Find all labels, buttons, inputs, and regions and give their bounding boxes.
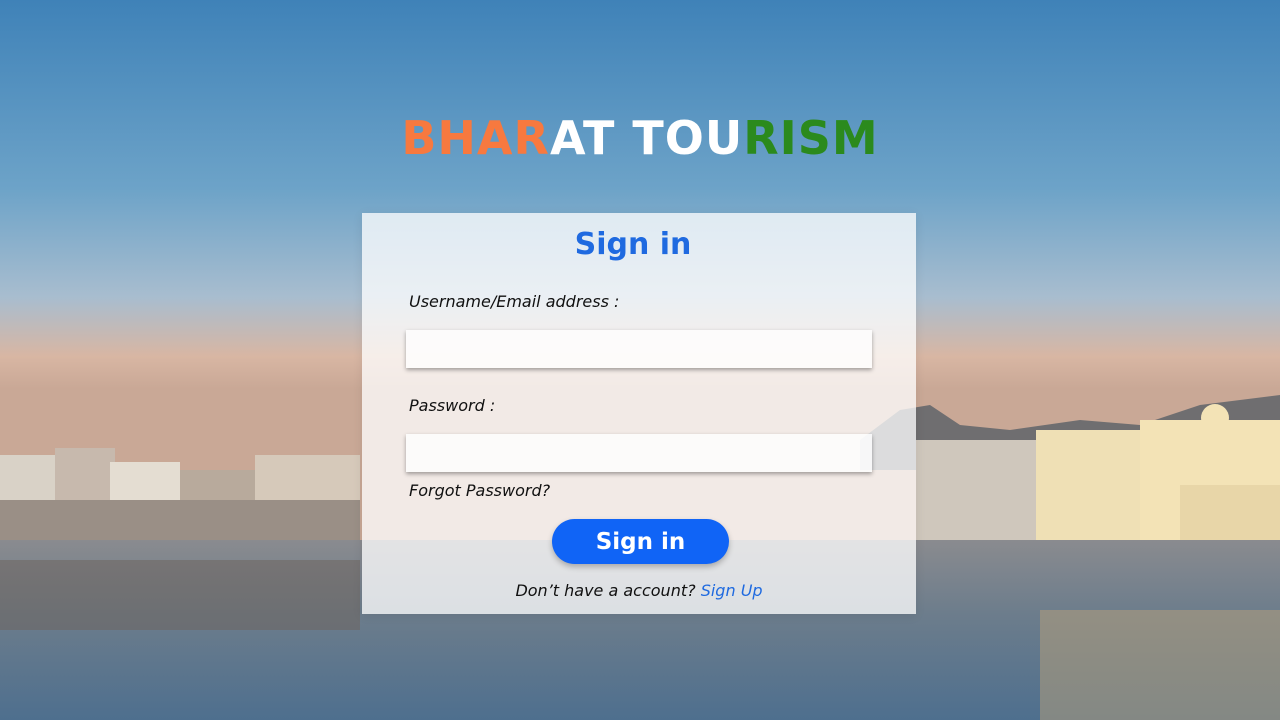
signup-prompt-text: Don’t have a account?: [515, 581, 696, 600]
sign-in-button[interactable]: Sign in: [552, 519, 729, 564]
password-field[interactable]: [406, 434, 872, 472]
username-email-field[interactable]: [406, 330, 872, 368]
forgot-password-link[interactable]: Forgot Password?: [409, 481, 550, 500]
brand-logo-title: BHARAT TOURISM: [0, 108, 1280, 168]
username-label: Username/Email address :: [409, 292, 620, 311]
sign-in-card: Sign in Username/Email address : Passwor…: [362, 213, 916, 614]
signup-prompt-line: Don’t have a account? Sign Up: [362, 581, 916, 600]
sign-up-link[interactable]: Sign Up: [701, 581, 763, 600]
sign-in-heading: Sign in: [574, 227, 692, 262]
password-label: Password :: [409, 396, 496, 415]
brand-part-saffron: BHAR: [401, 111, 550, 165]
brand-part-white: AT TOU: [549, 111, 744, 165]
brand-part-green: RISM: [743, 111, 879, 165]
